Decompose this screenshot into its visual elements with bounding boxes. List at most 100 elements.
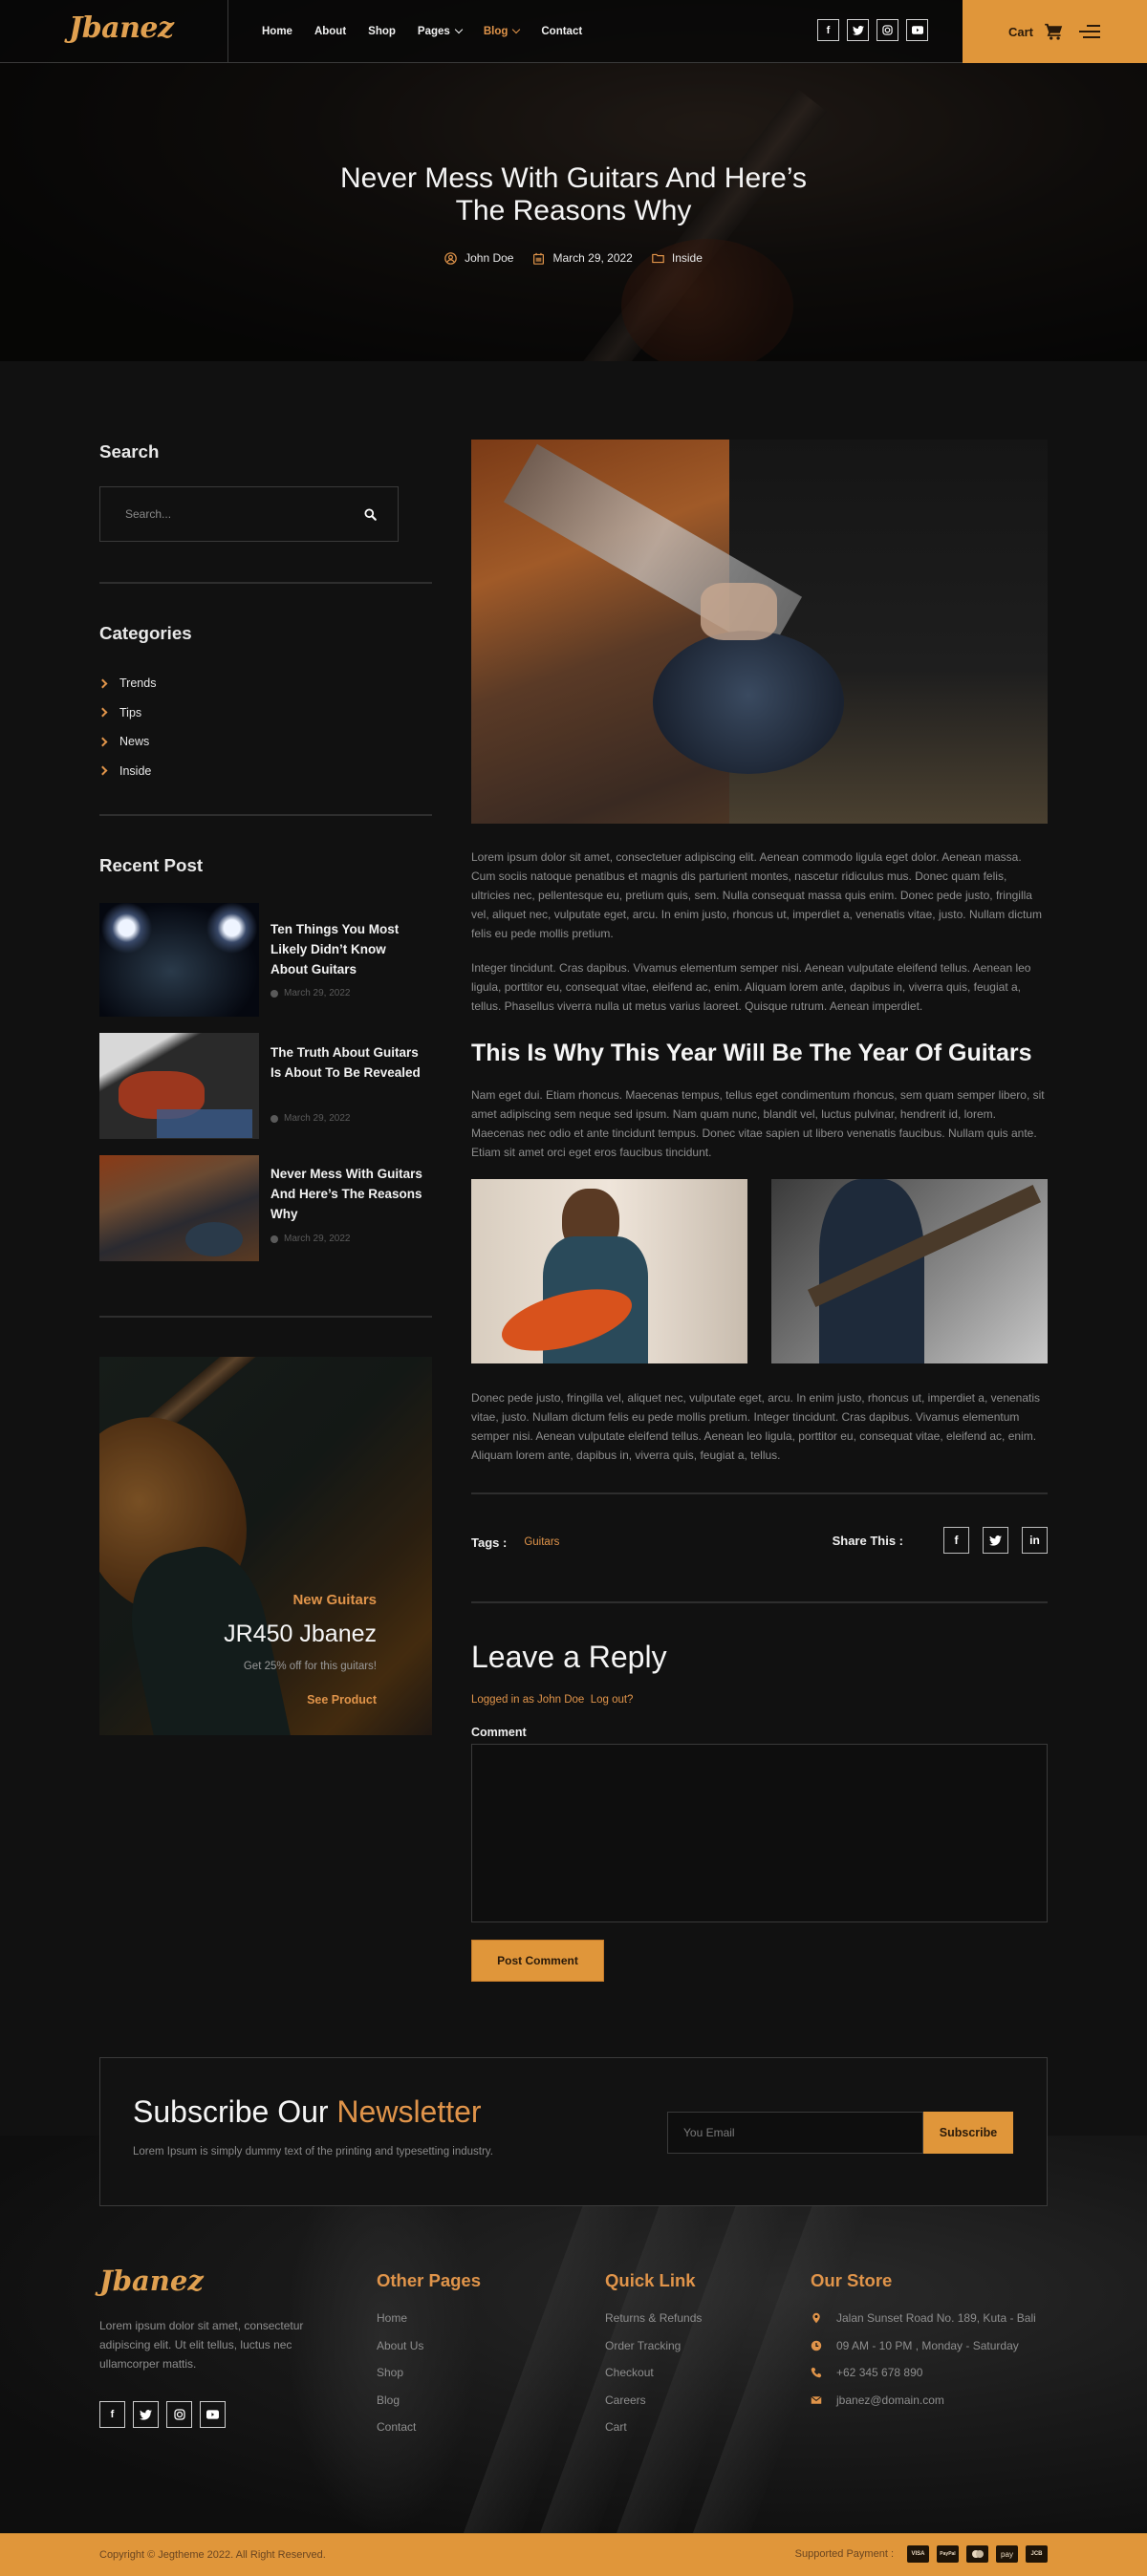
store-phone[interactable]: +62 345 678 890 [811, 2359, 1036, 2387]
store-email[interactable]: jbanez@domain.com [811, 2387, 1036, 2415]
nav-shop[interactable]: Shop [368, 26, 396, 37]
category-item[interactable]: Inside [97, 757, 156, 786]
envelope-icon [811, 2395, 822, 2404]
footer-link[interactable]: About Us [377, 2332, 481, 2360]
search-widget-title: Search [99, 441, 160, 462]
post-category[interactable]: Inside [652, 251, 703, 265]
article-divider [471, 1601, 1048, 1603]
youtube-icon[interactable] [200, 2401, 226, 2428]
post-date: March 29, 2022 [532, 251, 633, 265]
post-title: Never Mess With Guitars And Here’s The R… [340, 162, 807, 226]
facebook-icon[interactable]: f [817, 19, 839, 41]
recent-post-thumbnail[interactable] [99, 903, 259, 1017]
tag-link[interactable]: Guitars [524, 1536, 559, 1548]
paypal-icon: PayPal [937, 2545, 959, 2563]
see-product-link[interactable]: See Product [307, 1693, 377, 1707]
recent-post-date: March 29, 2022 [271, 988, 351, 998]
header-divider [227, 0, 228, 63]
nav-home[interactable]: Home [262, 26, 292, 37]
newsletter-email-input[interactable] [667, 2112, 923, 2154]
payment-label: Supported Payment : [794, 2548, 894, 2560]
cart-area: Cart [963, 0, 1147, 63]
category-item[interactable]: Tips [97, 698, 156, 728]
footer-link[interactable]: Returns & Refunds [605, 2305, 702, 2332]
folder-icon [652, 253, 664, 263]
search-icon[interactable] [364, 507, 377, 521]
promo-subtitle: New Guitars [292, 1592, 377, 1608]
linkedin-icon[interactable]: in [1022, 1527, 1048, 1554]
sidebar-divider [99, 582, 432, 584]
twitter-icon[interactable] [847, 19, 869, 41]
twitter-icon[interactable] [983, 1527, 1008, 1554]
clock-icon [271, 1234, 278, 1243]
twitter-icon[interactable] [133, 2401, 159, 2428]
recent-post-thumbnail[interactable] [99, 1033, 259, 1139]
footer-link[interactable]: Shop [377, 2359, 481, 2387]
footer-logo[interactable]: Jbanez [99, 2265, 204, 2297]
jcb-icon: JCB [1026, 2545, 1048, 2563]
recent-post-heading[interactable]: Never Mess With Guitars And Here’s The R… [271, 1164, 423, 1224]
store-address: Jalan Sunset Road No. 189, Kuta - Bali [811, 2305, 1036, 2332]
share-buttons: Share This : f in [833, 1527, 1048, 1554]
store-hours: 09 AM - 10 PM , Monday - Saturday [811, 2332, 1036, 2360]
nav-contact[interactable]: Contact [541, 26, 582, 37]
cart-icon[interactable] [1045, 23, 1064, 40]
top-navigation-bar: Jbanez Home About Shop Pages Blog Contac… [0, 0, 1147, 63]
chevron-right-icon [97, 678, 108, 689]
recent-post-item[interactable]: Ten Things You Most Likely Didn’t Know A… [99, 903, 432, 1018]
hamburger-menu-icon[interactable] [1079, 25, 1101, 38]
newsletter-title: Subscribe Our Newsletter [133, 2094, 482, 2129]
site-logo[interactable]: Jbanez [69, 11, 174, 45]
recent-post-thumbnail[interactable] [99, 1155, 259, 1261]
recent-post-heading[interactable]: Ten Things You Most Likely Didn’t Know A… [271, 919, 423, 979]
category-item[interactable]: News [97, 727, 156, 757]
footer-link[interactable]: Contact [377, 2414, 481, 2441]
nav-pages[interactable]: Pages [418, 25, 464, 37]
amazon-pay-icon: pay [996, 2545, 1018, 2563]
tags-label: Tags : [471, 1535, 508, 1550]
recent-post-item[interactable]: Never Mess With Guitars And Here’s The R… [99, 1155, 432, 1270]
article-subheading: This Is Why This Year Will Be The Year O… [471, 1040, 1032, 1066]
logged-in-user-link[interactable]: Logged in as John Doe [471, 1694, 584, 1706]
facebook-icon[interactable]: f [99, 2401, 125, 2428]
promo-title: JR450 Jbanez [224, 1621, 377, 1647]
mastercard-icon [966, 2545, 988, 2563]
post-comment-button[interactable]: Post Comment [471, 1940, 604, 1982]
comment-textarea[interactable] [471, 1744, 1048, 1922]
footer-link[interactable]: Cart [605, 2414, 702, 2441]
instagram-icon[interactable] [876, 19, 898, 41]
chevron-down-icon [454, 25, 464, 34]
main-nav: Home About Shop Pages Blog Contact [262, 0, 604, 63]
nav-blog[interactable]: Blog [484, 25, 521, 37]
recent-post-heading[interactable]: The Truth About Guitars Is About To Be R… [271, 1042, 423, 1083]
featured-image [471, 440, 1048, 824]
search-input[interactable] [125, 507, 316, 521]
recent-post-date: March 29, 2022 [271, 1234, 351, 1244]
category-item[interactable]: Trends [97, 669, 156, 698]
subscribe-button[interactable]: Subscribe [923, 2112, 1013, 2154]
categories-list: Trends Tips News Inside [97, 669, 156, 786]
footer-link[interactable]: Order Tracking [605, 2332, 702, 2360]
categories-title: Categories [99, 623, 192, 643]
youtube-icon[interactable] [906, 19, 928, 41]
promo-banner[interactable]: New Guitars JR450 Jbanez Get 25% off for… [99, 1357, 432, 1735]
instagram-icon[interactable] [166, 2401, 192, 2428]
recent-post-item[interactable]: The Truth About Guitars Is About To Be R… [99, 1033, 432, 1148]
facebook-icon[interactable]: f [943, 1527, 969, 1554]
footer-link[interactable]: Careers [605, 2387, 702, 2415]
footer-link[interactable]: Checkout [605, 2359, 702, 2387]
cart-button[interactable]: Cart [1008, 25, 1033, 39]
clock-icon [811, 2340, 822, 2351]
post-meta: John Doe March 29, 2022 Inside [0, 251, 1147, 265]
article-paragraph: Nam eget dui. Etiam rhoncus. Maecenas te… [471, 1088, 1045, 1159]
phone-icon [811, 2368, 822, 2378]
footer-link[interactable]: Home [377, 2305, 481, 2332]
nav-about[interactable]: About [314, 26, 346, 37]
copyright-text: Copyright © Jegtheme 2022. All Right Res… [99, 2549, 326, 2561]
post-author[interactable]: John Doe [444, 251, 513, 265]
copyright-bar: Copyright © Jegtheme 2022. All Right Res… [0, 2533, 1147, 2576]
footer-link[interactable]: Blog [377, 2387, 481, 2415]
article-image-recording [471, 1179, 747, 1363]
logout-link[interactable]: Log out? [591, 1694, 634, 1706]
share-label: Share This : [832, 1533, 903, 1548]
